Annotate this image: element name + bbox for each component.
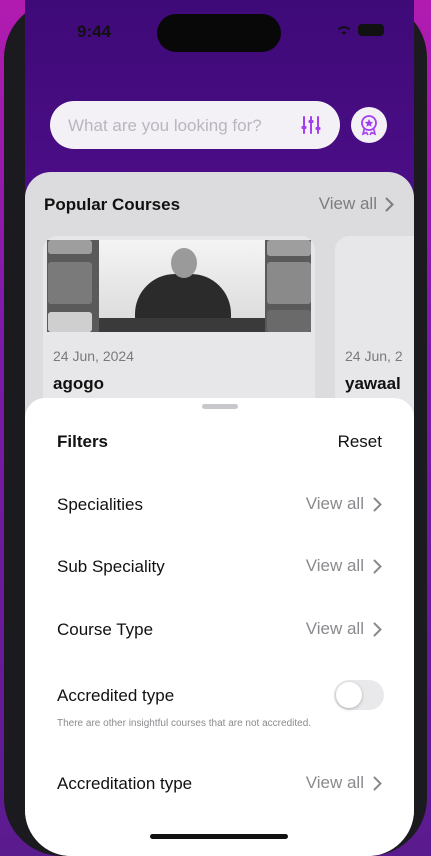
specialities-label: Specialities: [57, 495, 143, 514]
course-type-label: Course Type: [57, 620, 154, 639]
filters-sheet: Filters Reset Specialities View all Sub …: [25, 398, 414, 856]
course-date: 24 Jun, 2: [345, 348, 403, 364]
thumbnail-tile: [267, 262, 311, 304]
thumbnail-tile: [267, 240, 311, 256]
app-screen: 9:44 What are you looking for? Popular C…: [25, 0, 414, 856]
toggle-knob: [336, 682, 362, 708]
chevron-right-icon: [385, 197, 394, 211]
course-title: yawaal: [345, 374, 401, 393]
view-all-label: View all: [305, 494, 364, 513]
chevron-right-icon: [373, 559, 382, 573]
accredited-note: There are other insightful courses that …: [57, 718, 312, 729]
wifi-icon: [337, 26, 351, 35]
view-all-label: View all: [305, 556, 364, 575]
chevron-right-icon: [373, 776, 382, 790]
view-all-label: View all: [305, 773, 364, 792]
sub-speciality-label: Sub Speciality: [57, 557, 165, 576]
status-icons: [336, 24, 384, 36]
search-bar[interactable]: What are you looking for?: [50, 101, 340, 149]
course-type-view-all[interactable]: View all: [306, 619, 382, 639]
dynamic-island: [157, 14, 281, 52]
specialities-view-all[interactable]: View all: [306, 494, 382, 514]
home-indicator: [150, 834, 288, 839]
award-button[interactable]: [351, 107, 387, 143]
filters-title: Filters: [57, 432, 109, 451]
chevron-right-icon: [373, 497, 382, 511]
course-thumbnail: [47, 240, 311, 332]
presenter-head: [171, 248, 197, 278]
course-date: 24 Jun, 2024: [53, 348, 134, 364]
sub-speciality-view-all[interactable]: View all: [306, 556, 382, 576]
desk: [99, 318, 265, 332]
filter-sliders-icon[interactable]: [300, 114, 322, 136]
sheet-grabber[interactable]: [202, 404, 238, 409]
presenter-image: [99, 240, 265, 332]
accreditation-type-view-all[interactable]: View all: [306, 773, 382, 793]
device-frame: 9:44 What are you looking for? Popular C…: [4, 0, 427, 856]
view-all-label: View all: [305, 619, 364, 638]
thumbnail-tile: [267, 310, 311, 332]
battery-icon: [358, 24, 384, 36]
popular-view-all-link[interactable]: View all: [319, 194, 394, 214]
course-title: agogo: [53, 374, 104, 393]
thumbnail-tile: [48, 262, 92, 304]
thumbnail-tile: [48, 312, 92, 332]
popular-courses-title: Popular Courses: [44, 195, 181, 214]
accredited-type-label: Accredited type: [57, 686, 175, 705]
status-time: 9:44: [77, 22, 112, 41]
accredited-toggle[interactable]: [334, 680, 384, 710]
award-badge-icon: [361, 115, 377, 136]
search-placeholder: What are you looking for?: [68, 116, 262, 135]
thumbnail-tile: [48, 240, 92, 254]
accreditation-type-label: Accreditation type: [57, 774, 193, 793]
reset-button[interactable]: Reset: [338, 432, 382, 452]
chevron-right-icon: [373, 622, 382, 636]
view-all-label: View all: [318, 194, 377, 213]
